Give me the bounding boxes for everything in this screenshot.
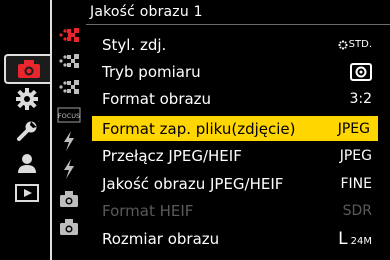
page-title: Jakość obrazu 1	[90, 4, 203, 20]
menu-item-label: Jakość obrazu JPEG/HEIF	[102, 174, 284, 193]
category-photo[interactable]	[4, 54, 52, 84]
tab-2[interactable]	[54, 50, 84, 72]
menu-item-aspect-ratio[interactable]: Format obrazu 3:2	[86, 86, 386, 111]
menu-item-value: SDR	[342, 202, 372, 219]
person-icon	[16, 152, 38, 174]
camera-icon	[59, 190, 79, 208]
tab-focus[interactable]: FOCUS	[54, 104, 84, 126]
flash-icon	[62, 131, 76, 151]
tab-flash-1[interactable]	[54, 130, 84, 152]
menu-item-label: Format HEIF	[102, 201, 194, 220]
photo-camera-icon	[17, 59, 41, 79]
tab-flash-2[interactable]	[54, 158, 84, 180]
focus-dots-icon	[58, 52, 80, 70]
metering-mode-icon	[350, 62, 372, 81]
menu-item-label: Format obrazu	[102, 89, 212, 108]
title-divider	[86, 24, 390, 25]
menu-item-value: JPEG	[339, 147, 372, 164]
focus-icon: FOCUS	[57, 107, 81, 123]
menu-item-value: STD.	[338, 39, 372, 50]
category-sidebar	[0, 0, 52, 260]
category-playback[interactable]	[4, 180, 50, 206]
wrench-icon	[16, 120, 38, 142]
menu-item-value: JPEG	[337, 120, 370, 137]
menu-item-value: FINE	[340, 175, 373, 192]
flash-icon	[62, 159, 76, 179]
menu-item-photo-style[interactable]: Styl. zdj. STD.	[86, 32, 386, 57]
category-my-menu[interactable]	[4, 150, 50, 176]
page-tabs: FOCUS	[52, 18, 86, 260]
category-custom[interactable]	[4, 86, 50, 112]
menu-item-label: Tryb pomiaru	[102, 62, 201, 81]
photo-style-icon	[338, 39, 348, 50]
tab-1[interactable]	[54, 24, 84, 46]
tab-camera-2[interactable]	[54, 216, 84, 238]
metering-dots-icon	[58, 78, 80, 96]
menu-item-jpeg-heif-switch[interactable]: Przełącz JPEG/HEIF JPEG	[86, 143, 386, 168]
menu-item-jpeg-heif-quality[interactable]: Jakość obrazu JPEG/HEIF FINE	[86, 171, 386, 196]
gear-icon	[16, 88, 38, 110]
playback-icon	[15, 184, 39, 202]
tab-3[interactable]	[54, 76, 84, 98]
menu-item-image-size[interactable]: Rozmiar obrazu L 24M	[86, 226, 386, 251]
menu-item-file-format[interactable]: Format zap. pliku(zdjęcie) JPEG	[92, 116, 378, 141]
menu-item-label: Rozmiar obrazu	[102, 229, 220, 248]
image-quality-icon	[58, 26, 80, 44]
menu-item-label: Format zap. pliku(zdjęcie)	[102, 119, 296, 138]
menu-item-value: 3:2	[349, 90, 372, 107]
menu-item-heif-format: Format HEIF SDR	[86, 198, 386, 223]
menu-item-metering-mode[interactable]: Tryb pomiaru	[86, 59, 386, 84]
category-setup[interactable]	[4, 118, 50, 144]
menu-item-label: Przełącz JPEG/HEIF	[102, 146, 242, 165]
camera-icon	[59, 218, 79, 236]
tab-camera-1[interactable]	[54, 188, 84, 210]
menu-item-label: Styl. zdj.	[102, 35, 167, 54]
menu-item-value: L 24M	[338, 228, 372, 249]
svg-text:FOCUS: FOCUS	[58, 112, 80, 120]
